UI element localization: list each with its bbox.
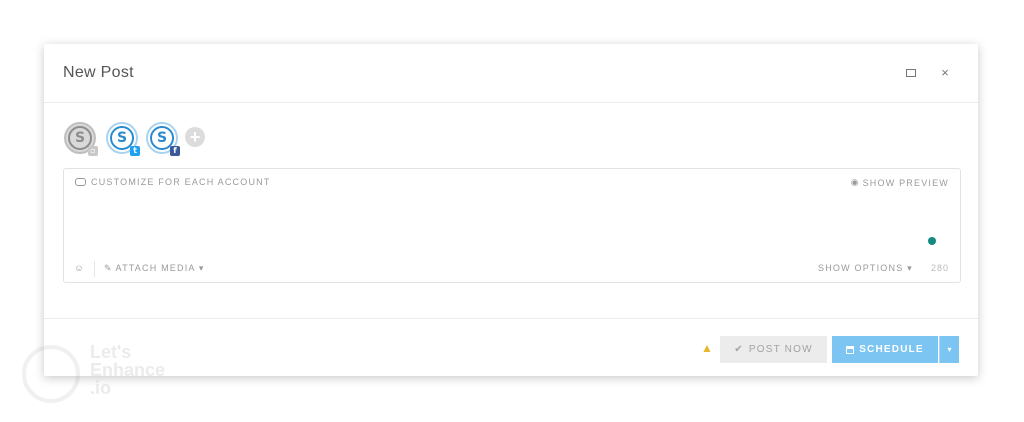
post-now-button[interactable]: ✔ POST NOW [720, 336, 827, 363]
watermark-line1: Let's [90, 342, 132, 362]
watermark-line3: .io [90, 378, 111, 398]
emoji-icon[interactable]: ☺ [74, 263, 84, 273]
instagram-icon: ▫ [88, 146, 98, 156]
warning-icon[interactable]: ▲ [701, 342, 715, 354]
attach-media-button[interactable]: ✎ ATTACH MEDIA ▾ [104, 263, 205, 274]
add-account-button[interactable]: + [185, 127, 205, 147]
link-icon [75, 178, 86, 186]
watermark-icon [22, 345, 80, 403]
customize-toggle[interactable]: CUSTOMIZE FOR EACH ACCOUNT [75, 177, 271, 187]
close-button[interactable]: × [938, 66, 952, 80]
calendar-icon [846, 345, 855, 354]
watermark-line2: Enhance [90, 360, 166, 380]
character-count: 280 [930, 263, 949, 273]
divider [94, 261, 95, 277]
show-preview-button[interactable]: ◉ SHOW PREVIEW [851, 177, 949, 188]
watermark-text: Let's Enhance .io [90, 343, 165, 397]
customize-label: CUSTOMIZE FOR EACH ACCOUNT [91, 177, 271, 187]
attach-media-label: ATTACH MEDIA ▾ [115, 263, 205, 273]
footer-divider [44, 318, 978, 319]
paperclip-icon: ✎ [104, 263, 112, 273]
check-icon: ✔ [734, 344, 744, 355]
dialog-header: New Post × [44, 44, 978, 103]
twitter-icon: t [130, 146, 140, 156]
account-instagram[interactable]: S ▫ [64, 122, 98, 156]
new-post-dialog: New Post × S ▫ S t S f + CUSTOMIZE FOR E… [44, 44, 978, 376]
post-now-label: POST NOW [748, 344, 813, 355]
schedule-label: SCHEDULE [859, 344, 924, 355]
facebook-icon: f [170, 146, 180, 156]
schedule-options-dropdown[interactable]: ▾ [939, 336, 959, 363]
maximize-button[interactable] [904, 66, 918, 80]
composer-footer: ☺ ✎ ATTACH MEDIA ▾ SHOW OPTIONS ▾ 280 [64, 256, 960, 282]
post-text-input[interactable] [74, 193, 948, 257]
account-facebook[interactable]: S f [146, 122, 180, 156]
dialog-title: New Post [63, 64, 134, 81]
account-twitter[interactable]: S t [106, 122, 140, 156]
preview-label: SHOW PREVIEW [862, 177, 949, 188]
status-indicator-icon [928, 237, 936, 245]
watermark-logo: Let's Enhance .io [22, 343, 182, 403]
maximize-icon [906, 69, 916, 77]
post-composer: CUSTOMIZE FOR EACH ACCOUNT ◉ SHOW PREVIE… [63, 168, 961, 283]
show-options-button[interactable]: SHOW OPTIONS ▾ [818, 263, 913, 274]
eye-icon: ◉ [850, 177, 859, 187]
schedule-button[interactable]: SCHEDULE [832, 336, 938, 363]
